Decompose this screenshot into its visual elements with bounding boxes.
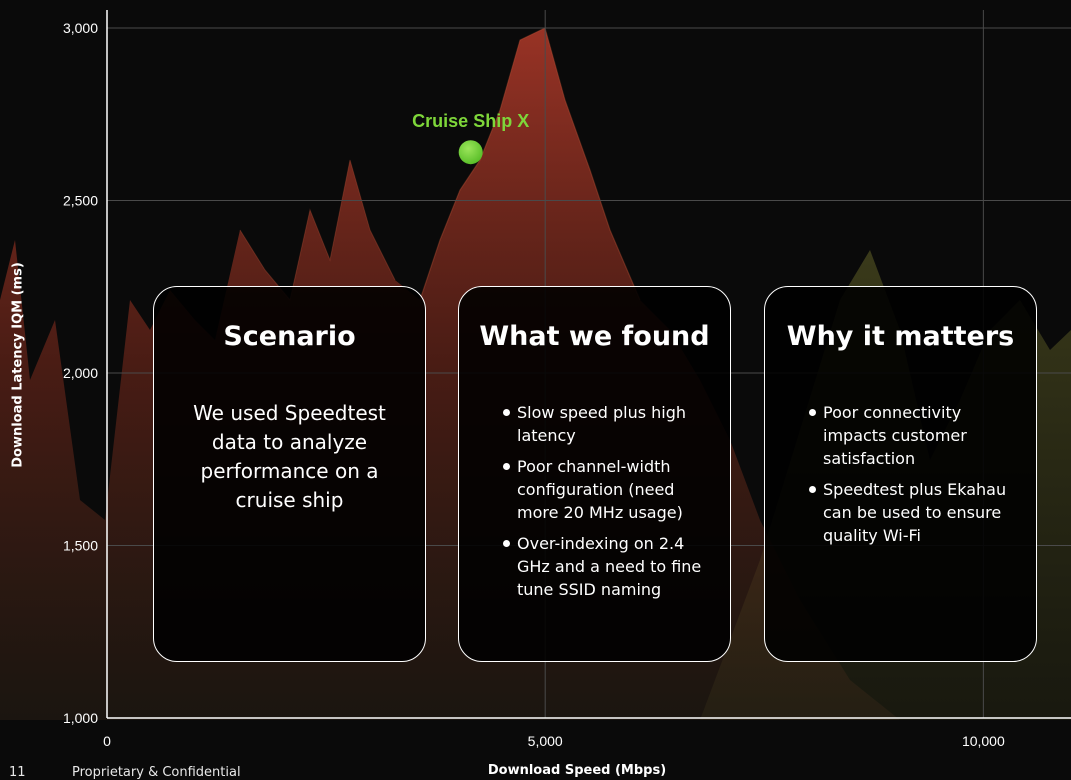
bullet-item: Poor connectivity impacts customer satis…: [809, 401, 1022, 470]
card-body: We used Speedtest data to analyze perfor…: [193, 401, 386, 512]
x-tick-label: 10,000: [962, 733, 1005, 749]
bullet-list: Slow speed plus high latency Poor channe…: [503, 401, 716, 609]
card-title: Scenario: [223, 321, 356, 352]
bullet-list: Poor connectivity impacts customer satis…: [809, 401, 1022, 555]
card-scenario: Scenario We used Speedtest data to analy…: [153, 286, 426, 662]
footer-confidential: Proprietary & Confidential: [72, 765, 241, 780]
x-tick-label: 0: [103, 733, 111, 749]
data-point-label: Cruise Ship X: [412, 111, 529, 131]
card-what-we-found: What we found Slow speed plus high laten…: [458, 286, 731, 662]
x-tick-label: 5,000: [528, 733, 563, 749]
y-axis-label: Download Latency IQM (ms): [10, 262, 26, 468]
data-points: Cruise Ship X: [412, 111, 529, 165]
card-title: Why it matters: [786, 321, 1015, 352]
bullet-item: Slow speed plus high latency: [503, 401, 716, 447]
y-tick-label: 1,000: [63, 710, 98, 726]
card-title: What we found: [479, 321, 710, 352]
data-point: [458, 140, 483, 165]
bullet-item: Speedtest plus Ekahau can be used to ens…: [809, 478, 1022, 547]
card-why-it-matters: Why it matters Poor connectivity impacts…: [764, 286, 1037, 662]
page-number: 11: [9, 765, 26, 780]
y-tick-label: 2,000: [63, 365, 98, 381]
y-tick-label: 1,500: [63, 538, 98, 554]
slide: 1,000 1,500 2,000 2,500 3,000 0 5,000 10,000 Cr…: [0, 0, 1071, 780]
y-tick-label: 3,000: [63, 20, 98, 36]
y-tick-label: 2,500: [63, 193, 98, 209]
x-axis-label: Download Speed (Mbps): [487, 763, 667, 778]
bullet-item: Poor channel-width configuration (need m…: [503, 455, 716, 524]
bullet-item: Over-indexing on 2.4 GHz and a need to f…: [503, 532, 716, 601]
